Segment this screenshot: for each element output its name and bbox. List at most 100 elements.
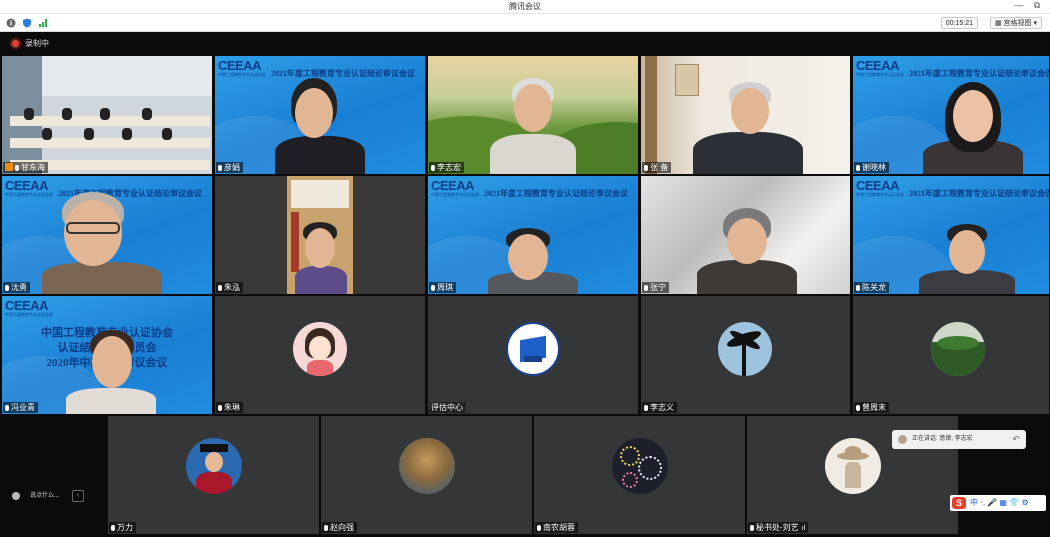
participant-name: 陈关龙 <box>854 282 889 293</box>
grid-icon: ▦ <box>994 20 1004 27</box>
view-mode-label: 宫格视图 <box>1003 20 1032 27</box>
video-tile[interactable]: CEEAA 中国工程教育专业认证协会 2021年度工程教育专业认证结论审议会议 … <box>2 176 212 294</box>
info-icon[interactable] <box>6 18 16 28</box>
video-tile[interactable]: 南农胡蓉 <box>534 416 745 534</box>
chat-icon <box>12 492 20 500</box>
graduate-avatar-icon <box>186 438 242 494</box>
window-titlebar: 腾讯会议 — ⧉ <box>0 0 1050 14</box>
palm-tree-avatar-icon <box>718 322 772 376</box>
participant-name-text: 沈勇 <box>11 283 27 292</box>
video-tile[interactable]: 曾周末 <box>853 296 1049 414</box>
record-dot-icon <box>12 40 19 47</box>
participant-name: 甘东海 <box>3 162 48 173</box>
cartoon-avatar-icon <box>293 322 347 376</box>
video-tile[interactable]: CEEAA 中国工程教育专业认证协会 2021年度工程教育专业认证结论审议会议 … <box>428 176 638 294</box>
participant-name-text: 张宁 <box>650 283 666 292</box>
mic-icon <box>15 165 19 171</box>
participant-name-text: 赵向强 <box>330 523 354 532</box>
signal-icon[interactable] <box>38 18 48 28</box>
participant-name-text: 周琪 <box>437 283 453 292</box>
mic-icon <box>431 285 435 291</box>
input-method-toolbar[interactable]: S 中 ·, 🎤 ▦ 👕 ⚙ <box>950 495 1046 511</box>
mic-icon <box>324 525 328 531</box>
mic-icon <box>5 285 9 291</box>
ime-controls[interactable]: 中 ·, 🎤 ▦ 👕 ⚙ <box>970 498 1029 507</box>
participant-name: 沈勇 <box>3 282 30 293</box>
chat-input[interactable]: 说点什么... ‹ <box>6 489 84 503</box>
participant-name: 李志宏 <box>429 162 464 173</box>
participant-name: 秘书处-刘艺 ıl <box>748 522 809 533</box>
host-icon <box>5 163 13 171</box>
participant-name-text: 秘书处-刘艺 <box>756 523 799 532</box>
chevron-left-icon[interactable]: ‹ <box>72 490 84 502</box>
video-tile[interactable]: 张 备 <box>641 56 850 174</box>
video-tile[interactable]: CEEAA 中国工程教育专业认证协会 2021年度工程教育专业认证结论审议会议 … <box>853 56 1049 174</box>
organization-seal-icon <box>506 322 560 376</box>
participant-face <box>92 336 132 388</box>
speaking-notification: 正在讲话: 意娘; 李志宏 ↶ <box>892 430 1026 449</box>
sun-hat-avatar-icon <box>825 438 881 494</box>
mic-icon <box>750 525 754 531</box>
shield-icon[interactable] <box>22 18 32 28</box>
participant-name-text: 评估中心 <box>431 403 463 412</box>
participant-face <box>295 88 333 138</box>
meeting-banner: 2021年度工程教育专业认证结论审议会议 <box>909 69 1049 78</box>
participant-name: 冯业青 <box>3 402 38 413</box>
video-tile[interactable]: 张宁 <box>641 176 850 294</box>
video-tile[interactable]: 赵向强 <box>321 416 532 534</box>
participant-name-text: 谢晓林 <box>862 163 886 172</box>
mic-icon <box>856 405 860 411</box>
participant-figure <box>693 132 803 174</box>
video-tile[interactable]: 李志义 <box>641 296 850 414</box>
video-tile[interactable]: 朱琳 <box>215 296 425 414</box>
ceeaa-logo: CEEAA <box>856 178 900 193</box>
mic-icon <box>644 165 648 171</box>
participant-name-text: 张 备 <box>650 163 669 172</box>
participant-name: 李志义 <box>642 402 677 413</box>
mic-icon <box>218 165 222 171</box>
participant-name: 朱琳 <box>216 402 243 413</box>
participant-name: 彦娟 <box>216 162 243 173</box>
video-tile[interactable]: 朱泓 <box>215 176 425 294</box>
participant-name: 评估中心 <box>429 402 466 413</box>
participant-name: 张 备 <box>642 162 672 173</box>
signal-icon: ıl <box>801 525 806 532</box>
video-tile[interactable]: 万力 <box>108 416 319 534</box>
video-tile[interactable]: CEEAA 中国工程教育专业认证协会 2021年度工程教育专业认证结论审议会议 … <box>215 56 425 174</box>
chat-placeholder: 说点什么... <box>30 493 60 499</box>
garden-avatar-icon <box>931 322 985 376</box>
chevron-down-icon: ▾ <box>1031 20 1037 27</box>
reply-icon[interactable]: ↶ <box>1012 430 1020 449</box>
video-tile[interactable]: CEEAA 中国工程教育专业认证协会 中国工程教育专业认证协会 认证结论审议委员… <box>2 296 212 414</box>
video-tile[interactable]: 评估中心 <box>428 296 638 414</box>
participant-name: 曾周末 <box>854 402 889 413</box>
speaking-text: 正在讲话: 意娘; 李志宏 <box>912 436 973 442</box>
participant-name-text: 朱琳 <box>224 403 240 412</box>
ceeaa-logo: CEEAA <box>5 298 49 313</box>
mic-icon <box>431 165 435 171</box>
recording-label[interactable]: 录制中 <box>25 38 49 49</box>
participant-face <box>514 84 552 132</box>
video-tile[interactable]: 李志宏 <box>428 56 638 174</box>
video-tile[interactable]: CEEAA 中国工程教育专业认证协会 2021年度工程教育专业认证结论审议会议 … <box>853 176 1049 294</box>
participant-face <box>508 234 548 280</box>
mic-icon <box>537 525 541 531</box>
participant-name: 万力 <box>109 522 136 533</box>
ceeaa-logo-subtitle: 中国工程教育专业认证协会 <box>856 72 904 77</box>
ceeaa-logo: CEEAA <box>431 178 475 193</box>
participant-face <box>731 88 769 134</box>
minimize-button[interactable]: — <box>1012 0 1026 10</box>
meeting-banner: 2021年度工程教育专业认证结论审议会议 <box>909 189 1049 198</box>
ceeaa-logo-subtitle: 中国工程教育专业认证协会 <box>856 192 904 197</box>
meeting-banner: 2021年度工程教育专业认证结论审议会议 <box>484 189 628 198</box>
participant-face <box>305 228 335 268</box>
mic-icon <box>5 405 9 411</box>
participant-name: 朱泓 <box>216 282 243 293</box>
mic-icon <box>856 285 860 291</box>
ceeaa-logo: CEEAA <box>5 178 49 193</box>
video-tile[interactable]: 甘东海 <box>2 56 212 174</box>
mic-icon <box>218 285 222 291</box>
restore-button[interactable]: ⧉ <box>1030 0 1044 11</box>
view-mode-button[interactable]: ▦ 宫格视图 ▾ <box>989 17 1042 29</box>
ceeaa-logo-subtitle: 中国工程教育专业认证协会 <box>5 192 53 197</box>
